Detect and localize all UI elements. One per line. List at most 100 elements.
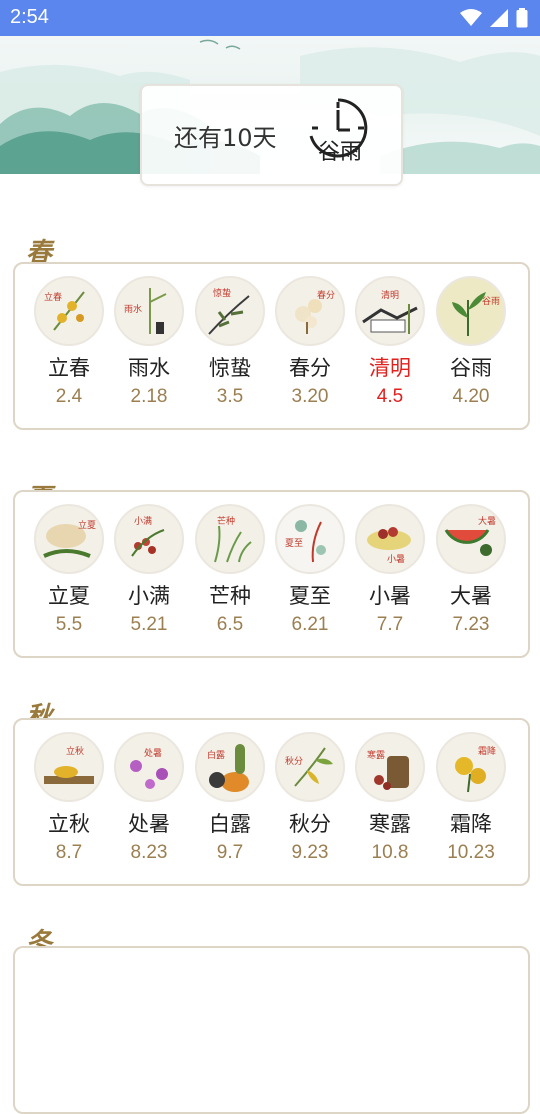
- term-item[interactable]: 春分 春分 3.20: [271, 276, 349, 408]
- term-illustration: 处暑: [114, 732, 184, 802]
- svg-text:惊蛰: 惊蛰: [213, 287, 231, 299]
- term-date: 10.8: [371, 842, 409, 863]
- term-date: 7.23: [452, 614, 490, 635]
- svg-text:寒露: 寒露: [367, 749, 385, 761]
- term-illustration: 小满: [114, 504, 184, 574]
- term-date: 3.20: [291, 386, 329, 407]
- term-item[interactable]: 立秋 立秋 8.7: [30, 732, 108, 864]
- term-name: 寒露: [369, 812, 411, 836]
- term-item[interactable]: 立春 立春 2.4: [30, 276, 108, 408]
- term-illustration: 大暑: [436, 504, 506, 574]
- countdown-term: 谷雨: [318, 140, 363, 165]
- term-item[interactable]: 白露 白露 9.7: [191, 732, 269, 864]
- term-name: 小暑: [369, 584, 411, 608]
- season-card-autumn: 立秋 立秋 8.7 处暑 处暑 8.23 白露 白露 9.7 秋分 秋分 9.2…: [13, 718, 530, 886]
- svg-text:春分: 春分: [317, 289, 335, 301]
- svg-text:处暑: 处暑: [144, 747, 162, 759]
- term-name: 处暑: [128, 812, 170, 836]
- term-date: 10.23: [447, 842, 495, 863]
- svg-text:立秋: 立秋: [66, 745, 84, 757]
- term-item[interactable]: 清明 清明 4.5: [351, 276, 429, 408]
- term-date: 6.21: [291, 614, 329, 635]
- term-item[interactable]: 小暑 小暑 7.7: [351, 504, 429, 636]
- term-illustration: 立夏: [34, 504, 104, 574]
- term-item[interactable]: 寒露 寒露 10.8: [351, 732, 429, 864]
- term-name: 小满: [128, 584, 170, 608]
- term-name: 清明: [369, 356, 411, 380]
- term-name: 春分: [289, 356, 331, 380]
- term-item[interactable]: 小满 小满 5.21: [110, 504, 188, 636]
- term-illustration: 秋分: [275, 732, 345, 802]
- term-name: 霜降: [450, 812, 492, 836]
- term-illustration: 霜降: [436, 732, 506, 802]
- season-card-winter: [13, 946, 530, 1114]
- term-date: 9.23: [291, 842, 329, 863]
- term-date: 8.23: [130, 842, 168, 863]
- svg-text:秋分: 秋分: [285, 755, 303, 767]
- svg-text:小暑: 小暑: [387, 554, 405, 565]
- term-date: 8.7: [55, 842, 83, 863]
- wifi-icon: [460, 9, 482, 26]
- term-name: 秋分: [289, 812, 331, 836]
- term-name: 惊蛰: [209, 356, 251, 380]
- term-item[interactable]: 秋分 秋分 9.23: [271, 732, 349, 864]
- svg-text:大暑: 大暑: [478, 515, 496, 527]
- status-time: 2:54: [10, 6, 49, 28]
- term-date: 2.4: [55, 386, 83, 407]
- term-date: 9.7: [216, 842, 244, 863]
- term-illustration: 寒露: [355, 732, 425, 802]
- svg-text:小满: 小满: [134, 516, 152, 527]
- term-item[interactable]: 大暑 大暑 7.23: [432, 504, 510, 636]
- svg-text:雨水: 雨水: [124, 303, 142, 315]
- term-name: 白露: [209, 812, 251, 836]
- svg-text:白露: 白露: [207, 749, 225, 761]
- status-bar: 2:54: [0, 0, 540, 36]
- term-illustration: 立秋: [34, 732, 104, 802]
- term-illustration: 芒种: [195, 504, 265, 574]
- term-item[interactable]: 立夏 立夏 5.5: [30, 504, 108, 636]
- term-name: 立夏: [48, 584, 90, 608]
- term-name: 立秋: [48, 812, 90, 836]
- term-date: 7.7: [376, 614, 404, 635]
- term-name: 芒种: [209, 584, 251, 608]
- countdown-text: 还有10天: [174, 124, 277, 152]
- season-card-summer: 立夏 立夏 5.5 小满 小满 5.21 芒种 芒种 6.5 夏至 夏至 6.2…: [13, 490, 530, 658]
- signal-icon: [490, 9, 508, 27]
- term-date: 3.5: [216, 386, 244, 407]
- term-date: 4.5: [376, 386, 404, 407]
- battery-icon: [516, 8, 528, 28]
- term-item[interactable]: 惊蛰 惊蛰 3.5: [191, 276, 269, 408]
- svg-text:清明: 清明: [381, 289, 399, 301]
- term-name: 夏至: [289, 584, 331, 608]
- term-item[interactable]: 雨水 雨水 2.18: [110, 276, 188, 408]
- term-illustration: 清明: [355, 276, 425, 346]
- term-illustration: 白露: [195, 732, 265, 802]
- term-date: 4.20: [452, 386, 490, 407]
- term-item[interactable]: 处暑 处暑 8.23: [110, 732, 188, 864]
- svg-text:夏至: 夏至: [285, 538, 303, 549]
- term-name: 立春: [48, 356, 90, 380]
- term-name: 谷雨: [450, 356, 492, 380]
- term-illustration: 雨水: [114, 276, 184, 346]
- term-date: 6.5: [216, 614, 244, 635]
- term-illustration: 谷雨: [436, 276, 506, 346]
- term-name: 大暑: [450, 584, 492, 608]
- season-card-spring: 立春 立春 2.4 雨水 雨水 2.18 惊蛰 惊蛰 3.5 春分 春分 3.2…: [13, 262, 530, 430]
- term-date: 5.5: [55, 614, 83, 635]
- term-item[interactable]: 夏至 夏至 6.21: [271, 504, 349, 636]
- svg-text:立夏: 立夏: [78, 519, 96, 531]
- term-date: 5.21: [130, 614, 168, 635]
- term-item[interactable]: 谷雨 谷雨 4.20: [432, 276, 510, 408]
- term-illustration: 小暑: [355, 504, 425, 574]
- term-illustration: 立春: [34, 276, 104, 346]
- svg-text:芒种: 芒种: [217, 515, 235, 527]
- countdown-card[interactable]: 还有10天 谷雨: [140, 84, 403, 186]
- term-illustration: 夏至: [275, 504, 345, 574]
- svg-text:霜降: 霜降: [478, 745, 496, 757]
- svg-text:谷雨: 谷雨: [482, 296, 500, 307]
- term-item[interactable]: 芒种 芒种 6.5: [191, 504, 269, 636]
- term-date: 2.18: [130, 386, 168, 407]
- term-item[interactable]: 霜降 霜降 10.23: [432, 732, 510, 864]
- term-illustration: 春分: [275, 276, 345, 346]
- term-illustration: 惊蛰: [195, 276, 265, 346]
